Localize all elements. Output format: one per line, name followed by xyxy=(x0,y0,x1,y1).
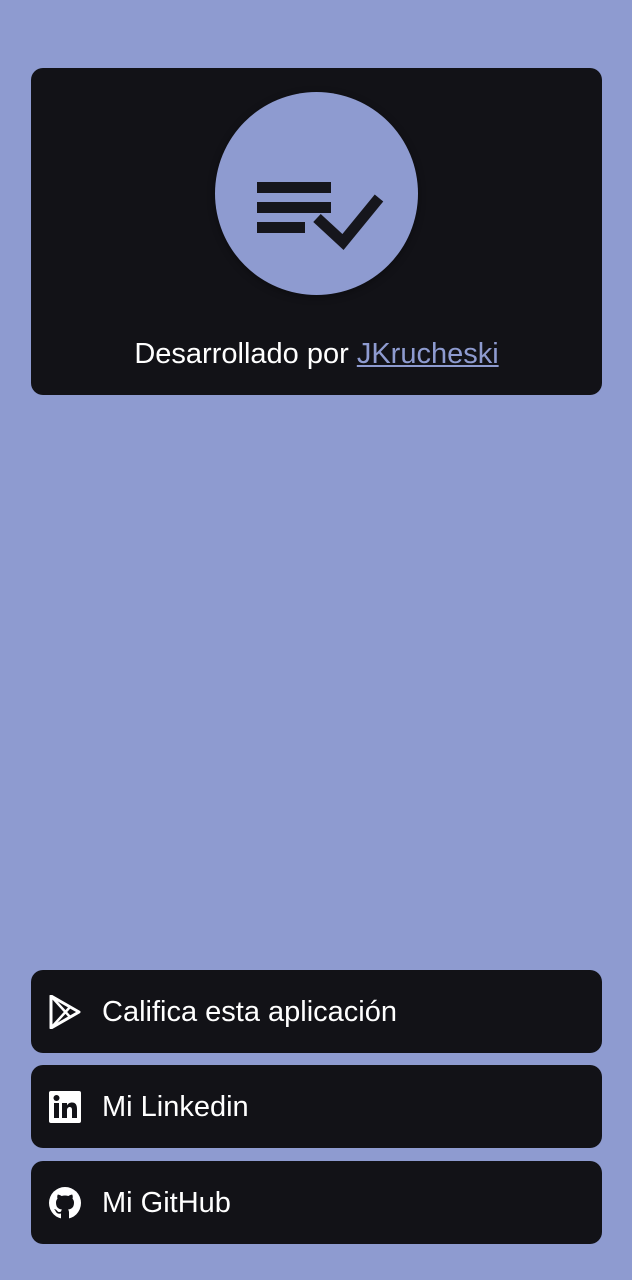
github-button[interactable]: Mi GitHub xyxy=(31,1161,602,1244)
linkedin-icon xyxy=(48,1090,82,1124)
credit-prefix: Desarrollado por xyxy=(134,338,349,370)
author-link[interactable]: JKrucheski xyxy=(357,338,499,370)
rate-app-label: Califica esta aplicación xyxy=(102,995,397,1028)
about-card: Desarrollado por JKrucheski xyxy=(31,68,602,395)
rate-app-button[interactable]: Califica esta aplicación xyxy=(31,970,602,1053)
play-store-icon xyxy=(48,994,82,1029)
app-logo xyxy=(215,92,418,295)
linkedin-button[interactable]: Mi Linkedin xyxy=(31,1065,602,1148)
github-label: Mi GitHub xyxy=(102,1186,231,1219)
linkedin-label: Mi Linkedin xyxy=(102,1090,249,1123)
checklist-icon xyxy=(257,182,384,251)
github-icon xyxy=(48,1186,82,1220)
developer-credit: Desarrollado por JKrucheski xyxy=(31,336,602,372)
